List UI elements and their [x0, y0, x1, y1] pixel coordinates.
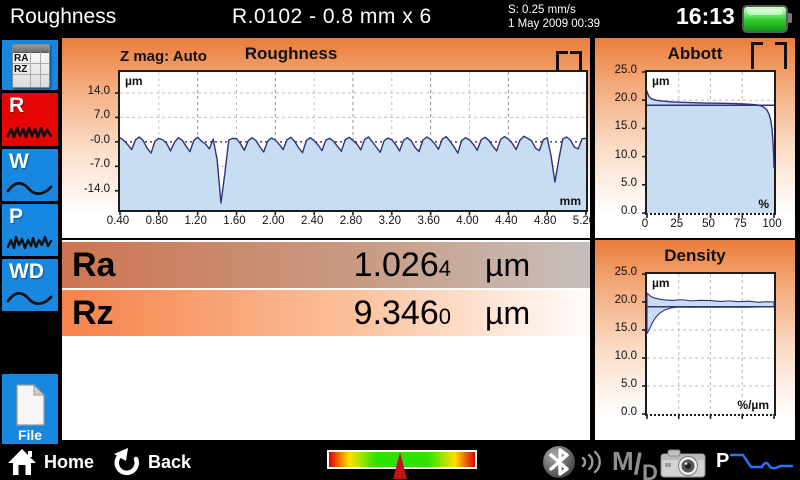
speed-label: S: 0.25 mm/s — [508, 3, 600, 17]
density-title: Density — [595, 246, 795, 266]
x-tick-label: 4.40 — [487, 215, 525, 227]
primary-profile-icon — [6, 235, 54, 253]
y-tick-label: -14.0 — [66, 183, 110, 195]
y-tick-label: 20.0 — [593, 92, 637, 104]
signal-waves-icon — [581, 448, 601, 476]
bluetooth-status[interactable] — [543, 446, 601, 478]
sidebar-item-waviness[interactable]: W — [2, 149, 58, 201]
roughness-plot[interactable]: µm mm — [118, 70, 588, 212]
results-table-icon: RARZ — [12, 44, 50, 88]
sidebar-item-wd-profile[interactable]: WD — [2, 259, 58, 311]
datetime-label: 1 May 2009 00:39 — [508, 17, 600, 31]
x-tick-label: 2.40 — [293, 215, 331, 227]
battery-icon — [742, 5, 788, 33]
parameter-value: 9.3460 — [202, 294, 451, 333]
back-button[interactable]: Back — [112, 447, 191, 477]
abbott-plot[interactable]: µm % — [645, 70, 776, 215]
roughness-profile-icon — [6, 125, 54, 143]
speed-datetime: S: 0.25 mm/s 1 May 2009 00:39 — [508, 3, 600, 31]
y-tick-label: 5.0 — [593, 378, 637, 390]
roughness-chart-panel[interactable]: Z mag: Auto Roughness µm mm 14.07.0-0.0-… — [62, 38, 590, 238]
y-tick-label: 14.0 — [66, 85, 110, 97]
indicator-needle-icon — [393, 452, 407, 479]
x-tick-label: 4.00 — [449, 215, 487, 227]
sidebar-item-file[interactable]: File — [2, 374, 58, 445]
y-tick-label: 25.0 — [593, 266, 637, 278]
y-tick-label: 15.0 — [593, 322, 637, 334]
y-axis-unit: µm — [125, 74, 143, 88]
home-icon — [6, 447, 38, 477]
waviness-profile-icon — [6, 180, 54, 198]
camera-icon[interactable] — [660, 448, 706, 478]
x-axis-unit: % — [758, 197, 769, 211]
x-tick-label: 2.80 — [332, 215, 370, 227]
file-label: File — [18, 427, 42, 443]
y-tick-label: 0.0 — [593, 406, 637, 418]
parameter-unit: µm — [451, 295, 590, 332]
bluetooth-icon — [543, 446, 575, 478]
y-axis-unit: µm — [652, 276, 670, 290]
x-tick-label: 1.20 — [177, 215, 215, 227]
profile-mode-label[interactable]: P — [716, 450, 729, 473]
sidebar-item-primary-profile[interactable]: P — [2, 204, 58, 256]
roughness-chart-title: Roughness — [62, 44, 520, 64]
y-tick-label: 25.0 — [593, 64, 637, 76]
fullscreen-bracket-icon[interactable] — [751, 42, 787, 66]
x-tick-label: 3.20 — [371, 215, 409, 227]
abbott-chart-panel[interactable]: Abbott µm % 25.020.015.010.05.00.0025507… — [595, 38, 795, 238]
parameter-value: 1.0264 — [202, 246, 451, 285]
device-screen: Roughness R.0102 - 0.8 mm x 6 S: 0.25 mm… — [0, 0, 800, 480]
x-tick-label: 0.40 — [99, 215, 137, 227]
sidebar-item-roughness[interactable]: R — [2, 93, 58, 146]
wd-profile-icon — [6, 290, 54, 308]
parameter-unit: µm — [451, 247, 590, 284]
y-tick-label: 15.0 — [593, 120, 637, 132]
density-plot[interactable]: µm %/µm — [645, 272, 776, 416]
page-title: Roughness — [10, 5, 116, 29]
y-tick-label: 10.0 — [593, 350, 637, 362]
x-axis-unit: %/µm — [737, 398, 769, 412]
result-row-rz[interactable]: Rz 9.3460 µm — [62, 290, 590, 336]
parameter-name: Rz — [62, 294, 202, 333]
x-tick-label: 0.80 — [138, 215, 176, 227]
clock: 16:13 — [676, 3, 735, 30]
y-tick-label: 20.0 — [593, 294, 637, 306]
result-row-ra[interactable]: Ra 1.0264 µm — [62, 242, 590, 288]
sidebar: RARZ R W P WD — [0, 37, 60, 444]
x-axis-unit: mm — [560, 194, 581, 208]
x-tick-label: 2.00 — [254, 215, 292, 227]
y-tick-label: 7.0 — [66, 109, 110, 121]
y-tick-label: -7.0 — [66, 158, 110, 170]
bottom-toolbar: Home Back M/D — [0, 444, 800, 480]
x-tick-label: 100 — [753, 218, 791, 230]
profile-waveform-icon[interactable] — [730, 452, 794, 472]
y-tick-label: 5.0 — [593, 177, 637, 189]
x-tick-label: 4.80 — [526, 215, 564, 227]
density-chart-panel[interactable]: Density µm %/µm 25.0 20.0 15.0 10.0 5.0 0.0 — [595, 240, 795, 440]
fullscreen-bracket-icon[interactable] — [556, 51, 582, 68]
top-status-bar: Roughness R.0102 - 0.8 mm x 6 S: 0.25 mm… — [0, 0, 800, 37]
measurement-settings[interactable]: R.0102 - 0.8 mm x 6 — [232, 5, 432, 29]
results-panel: Ra 1.0264 µm Rz 9.3460 µm — [62, 240, 590, 440]
back-icon — [112, 447, 142, 477]
x-tick-label: 3.60 — [410, 215, 448, 227]
parameter-name: Ra — [62, 246, 202, 285]
file-icon — [14, 384, 46, 426]
y-axis-unit: µm — [652, 74, 670, 88]
sidebar-item-results-table[interactable]: RARZ — [2, 40, 58, 90]
x-tick-label: 1.60 — [216, 215, 254, 227]
memory-display-toggle[interactable]: M/D — [612, 446, 658, 480]
home-button[interactable]: Home — [6, 447, 94, 477]
y-tick-label: 10.0 — [593, 149, 637, 161]
y-tick-label: -0.0 — [66, 134, 110, 146]
y-tick-label: 0.0 — [593, 205, 637, 217]
